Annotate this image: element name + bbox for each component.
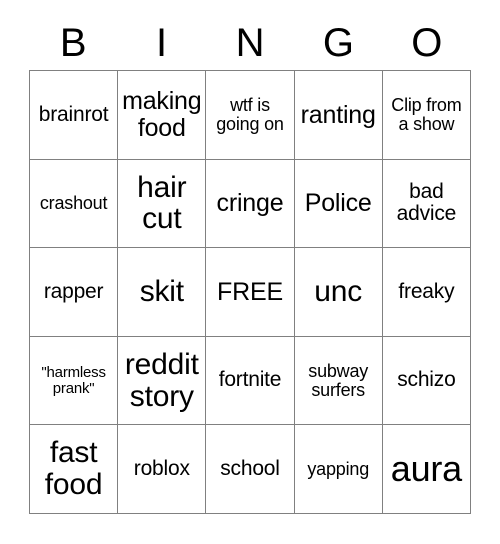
bingo-cell-label: schizo [397,368,456,392]
bingo-cell-r4c2[interactable]: reddit story [118,336,207,426]
bingo-cell-label: crashout [39,192,108,213]
bingo-cell-r5c3[interactable]: school [206,425,295,514]
bingo-cell-label: roblox [133,457,190,481]
bingo-cell-r2c4[interactable]: Police [294,159,383,249]
bingo-cell-label: FREE [217,277,283,306]
header-letter-i: I [156,21,168,65]
bingo-cell-r3c1[interactable]: rapper [30,248,119,337]
bingo-cell-label: yapping [307,458,370,479]
bingo-cell-label: freaky [398,279,455,303]
bingo-grid: brainrot making food wtf is going on rantin… [29,70,471,514]
bingo-cell-r5c5[interactable]: aura [382,425,471,514]
bingo-cell-r5c4[interactable]: yapping [294,425,383,514]
bingo-cell-label: fortnite [218,368,282,392]
bingo-cell-r4c4[interactable]: subway surfers [294,336,383,426]
bingo-cell-label: making food [122,87,202,142]
bingo-cell-r3c2[interactable]: skit [118,248,207,337]
bingo-cell-r1c2[interactable]: making food [118,71,207,160]
bingo-cell-r3c3[interactable]: FREE [206,248,295,337]
bingo-cell-r1c1[interactable]: brainrot [30,71,119,160]
bingo-cell-r1c3[interactable]: wtf is going on [206,71,295,160]
bingo-cell-r5c1[interactable]: fast food [30,425,119,514]
bingo-cell-label: skit [139,275,184,309]
bingo-cell-r4c3[interactable]: fortnite [206,336,295,426]
bingo-cell-r2c5[interactable]: bad advice [382,159,471,249]
bingo-cell-label: hair cut [137,170,187,236]
bingo-cell-r3c5[interactable]: freaky [382,248,471,337]
bingo-cell-r1c4[interactable]: ranting [294,71,383,160]
bingo-cell-label: fast food [44,436,103,502]
bingo-cell-label: aura [390,448,463,490]
header-letter-b: B [59,21,87,65]
bingo-cell-label: school [220,457,280,481]
bingo-cell-r1c5[interactable]: Clip from a show [382,71,471,160]
bingo-cell-r4c5[interactable]: schizo [382,336,471,426]
bingo-cell-label: ranting [300,100,376,129]
bingo-cell-r2c2[interactable]: hair cut [118,159,207,249]
bingo-cell-label: Police [304,189,372,218]
bingo-cell-r3c4[interactable]: unc [294,248,383,337]
bingo-cell-label: wtf is going on [216,94,284,134]
header-letter-o: O [411,21,443,65]
bingo-cell-label: cringe [216,189,284,218]
bingo-cell-r4c1[interactable]: "harmless prank" [30,336,119,426]
bingo-header: B I N G O [29,16,471,70]
header-letter-g: G [322,21,354,65]
bingo-cell-label: bad advice [396,180,457,226]
bingo-cell-label: Clip from a show [391,94,462,134]
bingo-cell-label: "harmless prank" [41,363,106,397]
bingo-cell-r5c2[interactable]: roblox [118,425,207,514]
bingo-cell-r2c1[interactable]: crashout [30,159,119,249]
bingo-cell-label: brainrot [38,102,109,126]
bingo-cell-label: subway surfers [308,360,369,400]
bingo-cell-label: rapper [43,279,104,303]
bingo-cell-label: unc [314,275,363,309]
bingo-cell-label: reddit story [124,347,199,413]
bingo-card: B I N G O brainrot making food wtf is goin… [0,0,500,544]
bingo-cell-r2c3[interactable]: cringe [206,159,295,249]
header-letter-n: N [235,21,265,65]
